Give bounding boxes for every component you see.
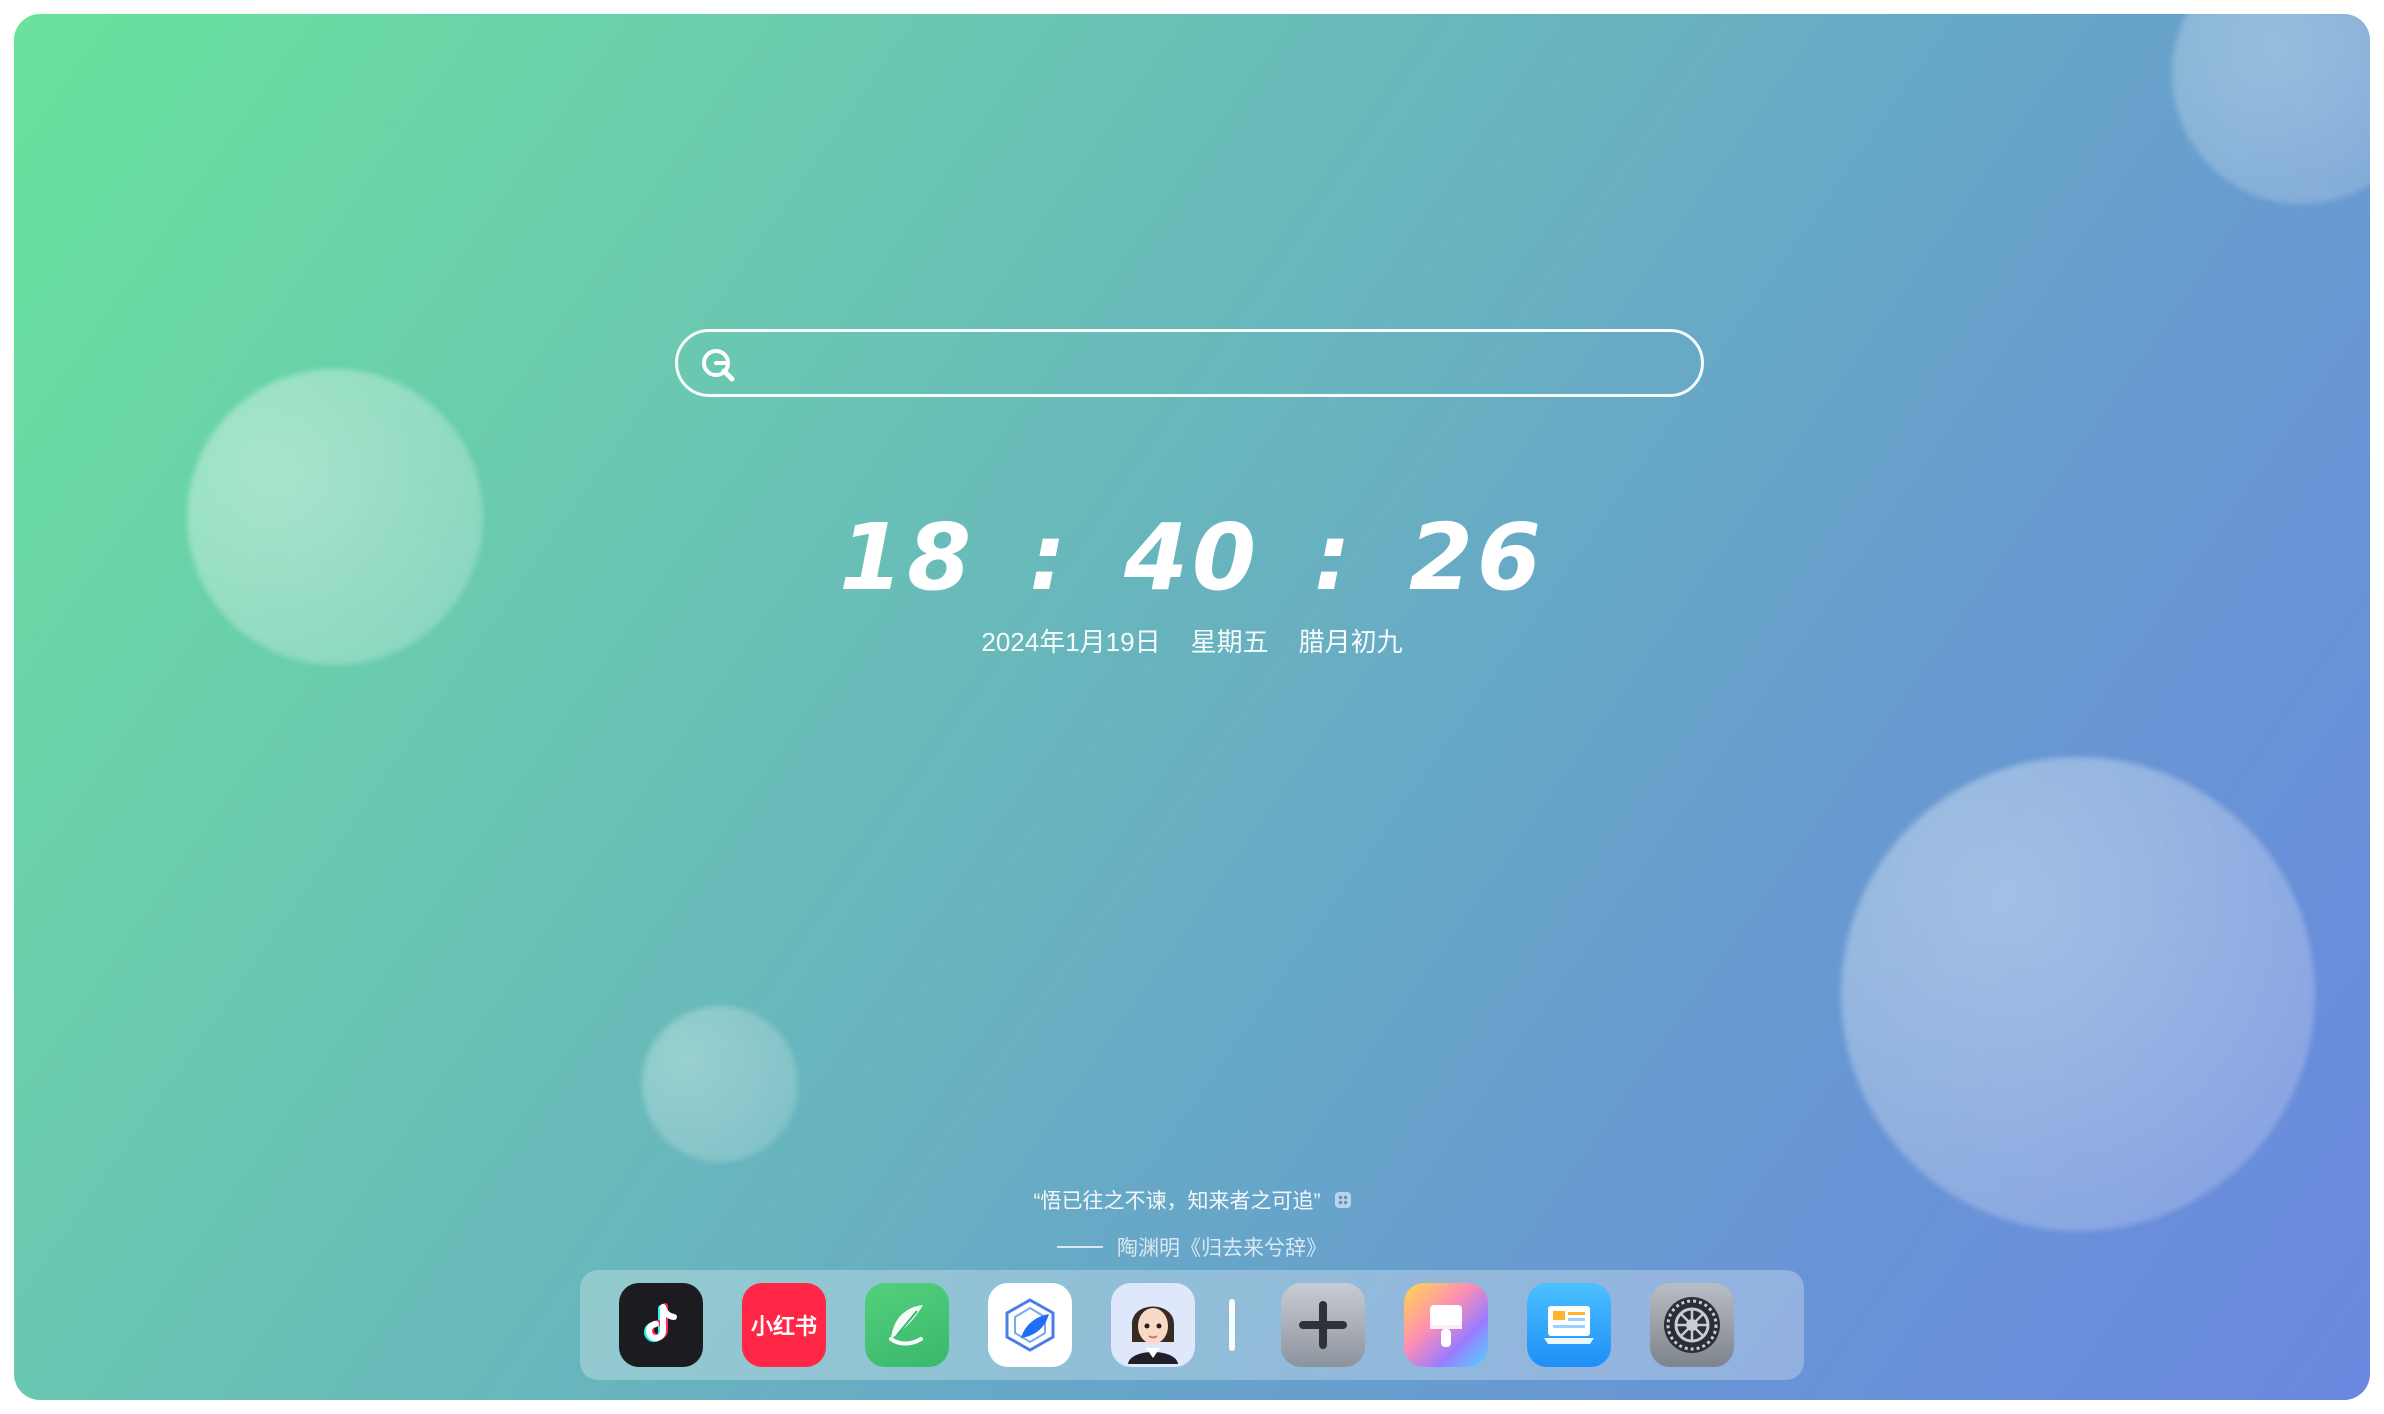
dock-app-feather[interactable] bbox=[865, 1283, 949, 1367]
gregorian-date: 2024年1月19日 bbox=[981, 627, 1161, 657]
clock-hours: 18 bbox=[839, 504, 976, 611]
dock-app-ai-assistant[interactable] bbox=[988, 1283, 1072, 1367]
clock-seconds: 26 bbox=[1408, 504, 1545, 611]
dock-app-tiktok[interactable] bbox=[619, 1283, 703, 1367]
dock-app-avatar[interactable] bbox=[1111, 1283, 1195, 1367]
xiaohongshu-label: 小红书 bbox=[750, 1315, 817, 1340]
search-input[interactable] bbox=[752, 338, 1686, 390]
plus-icon bbox=[1299, 1301, 1347, 1349]
quote-switch-icon[interactable] bbox=[1334, 1192, 1351, 1208]
decorative-bubble bbox=[642, 1006, 798, 1162]
date-line: 2024年1月19日 星期五 腊月初九 bbox=[14, 622, 2370, 659]
dock-add-button[interactable] bbox=[1281, 1283, 1365, 1367]
decorative-bubble bbox=[1841, 757, 2315, 1231]
attribution-dash bbox=[1057, 1246, 1103, 1248]
dock-app-theme[interactable] bbox=[1404, 1283, 1488, 1367]
lunar-date: 腊月初九 bbox=[1298, 627, 1403, 657]
quote-author: 陶渊明《归去来兮辞》 bbox=[1117, 1237, 1327, 1260]
quote-attribution: 陶渊明《归去来兮辞》 bbox=[14, 1232, 2370, 1262]
quote-text: “悟已往之不谏，知来者之可追” bbox=[1033, 1190, 1321, 1213]
dock-app-news[interactable] bbox=[1527, 1283, 1611, 1367]
dock-app-settings[interactable] bbox=[1650, 1283, 1734, 1367]
app-dock: 小红书 bbox=[580, 1270, 1804, 1380]
digital-clock: 18 : 40 : 26 bbox=[14, 504, 2370, 611]
weekday: 星期五 bbox=[1190, 627, 1269, 657]
search-engine-icon[interactable] bbox=[700, 347, 736, 383]
clock-separator: : bbox=[1314, 504, 1355, 611]
clock-separator: : bbox=[1029, 504, 1070, 611]
clock-minutes: 40 bbox=[1123, 504, 1261, 611]
search-bar[interactable] bbox=[675, 329, 1704, 397]
feather-icon bbox=[889, 1305, 923, 1346]
news-card-icon bbox=[1544, 1306, 1594, 1344]
tiktok-icon bbox=[644, 1303, 677, 1342]
desktop-background: 18 : 40 : 26 2024年1月19日 星期五 腊月初九 “悟已往之不谏… bbox=[14, 14, 2370, 1400]
paintbrush-icon bbox=[1430, 1305, 1462, 1347]
gear-icon bbox=[1664, 1297, 1720, 1353]
decorative-bubble bbox=[2172, 14, 2370, 204]
avatar-icon bbox=[1128, 1306, 1178, 1364]
dock-divider bbox=[1229, 1299, 1235, 1351]
leaf-cube-icon bbox=[1005, 1298, 1055, 1352]
dock-app-xiaohongshu[interactable]: 小红书 bbox=[742, 1283, 826, 1367]
daily-quote: “悟已往之不谏，知来者之可追” bbox=[14, 1185, 2370, 1215]
